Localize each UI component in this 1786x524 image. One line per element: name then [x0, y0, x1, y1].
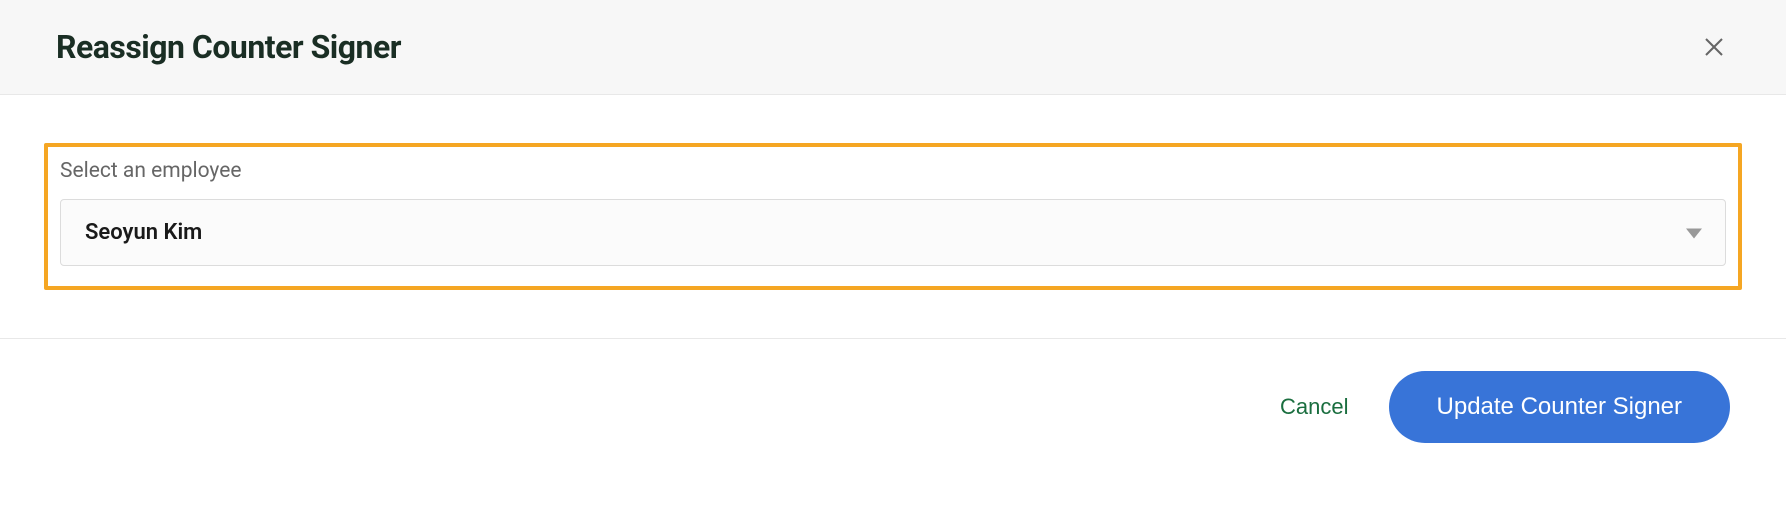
close-icon — [1702, 35, 1726, 59]
employee-select-wrapper: Seoyun Kim — [60, 199, 1726, 266]
employee-select[interactable]: Seoyun Kim — [60, 199, 1726, 266]
close-button[interactable] — [1698, 31, 1730, 63]
modal-title: Reassign Counter Signer — [56, 28, 401, 66]
highlighted-field-group: Select an employee Seoyun Kim — [44, 143, 1742, 290]
modal-footer: Cancel Update Counter Signer — [0, 338, 1786, 475]
modal-body: Select an employee Seoyun Kim — [0, 95, 1786, 338]
modal-header: Reassign Counter Signer — [0, 0, 1786, 95]
update-counter-signer-button[interactable]: Update Counter Signer — [1389, 371, 1730, 443]
cancel-button[interactable]: Cancel — [1276, 386, 1352, 428]
employee-select-label: Select an employee — [60, 159, 1726, 183]
